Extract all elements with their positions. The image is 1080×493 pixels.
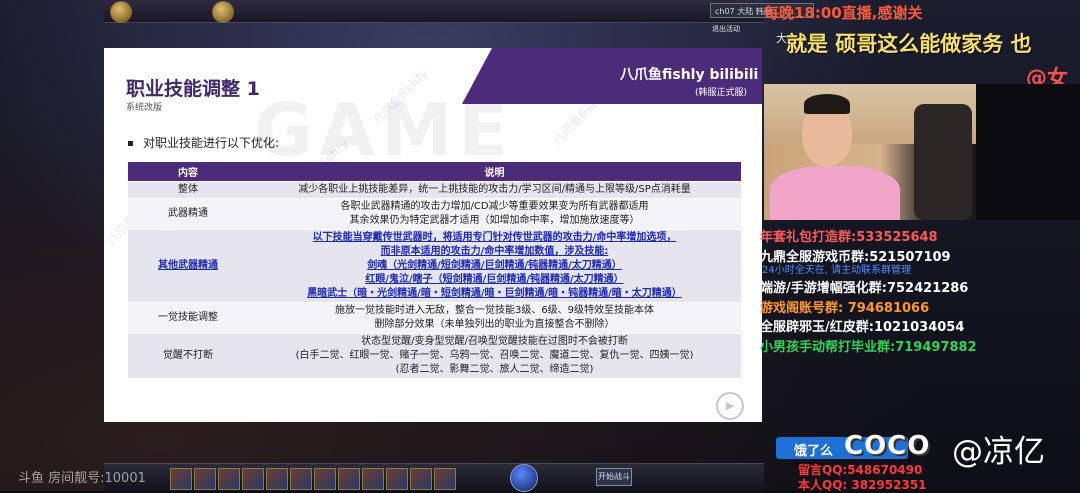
streamer-handle: @凉亿 bbox=[952, 434, 1045, 470]
skill-slot-icon[interactable] bbox=[266, 468, 288, 490]
description-line: 各职业武器精通的攻击力增加/CD减少等重要效果变为所有武器都适用 bbox=[340, 201, 649, 212]
table-row: 觉醒不打断 状态型觉醒/变身型觉醒/召唤型觉醒技能在过图时不会被打断 (白手二觉… bbox=[128, 333, 741, 378]
header-description: 说明 bbox=[248, 162, 741, 182]
streamer-hair bbox=[804, 94, 850, 114]
play-icon[interactable]: ▶ bbox=[716, 392, 744, 420]
description-line: 黑暗武士（暗・光剑精通/暗・短剑精通/暗・巨剑精通/暗・钝器精通/暗・太刀精通） bbox=[307, 288, 682, 299]
header-content: 内容 bbox=[128, 162, 248, 182]
description-line: 其余效果仍为特定武器才适用（如增加命中率，增加施放速度等） bbox=[349, 215, 640, 226]
stream-schedule-notice: 每晚18:00直播,感谢关 bbox=[764, 4, 923, 22]
slide-banner-title: 八爪鱼fishly bilibili bbox=[620, 67, 759, 83]
description-line: 状态型觉醒/变身型觉醒/召唤型觉醒技能在过图时不会被打断 bbox=[361, 336, 628, 347]
skill-slot-icon[interactable] bbox=[434, 468, 456, 490]
description-line: 减少各职业上挑技能差异，统一上挑技能的攻击力/学习区间/精通与上限等级/SP点消… bbox=[298, 184, 691, 195]
skill-slot-icon[interactable] bbox=[218, 468, 240, 490]
table-header-row: 内容 说明 bbox=[128, 162, 741, 182]
table-row: 一觉技能调整 施放一觉技能时进入无敌，整合一觉技能3级、6级、9级特效至技能本体… bbox=[128, 302, 741, 334]
description-line: 剑魂（光剑精通/短剑精通/巨剑精通/钝器精通/太刀精通） bbox=[367, 260, 622, 271]
skill-slot-icon[interactable] bbox=[194, 468, 216, 490]
description-line: 红眼/鬼泣/瞎子（短剑精通/巨剑精通/钝器精通/太刀精通） bbox=[365, 274, 624, 285]
group-line: 年套礼包打造群:533525648 bbox=[760, 230, 938, 245]
streamer-shirt bbox=[770, 166, 900, 220]
description-line: 而非原本适用的攻击力/命中率增加数值，涉及技能: bbox=[380, 246, 609, 257]
skill-slot-icon[interactable] bbox=[314, 468, 336, 490]
slide-title: 职业技能调整 1 bbox=[126, 78, 260, 100]
description-line: (忍者二觉、影舞二觉、旅人二觉、缔造二觉) bbox=[395, 364, 594, 375]
row-description: 以下技能当穿戴传世武器时，将适用专门针对传世武器的攻击力/命中率增加选项， 而非… bbox=[248, 229, 741, 303]
slide: GAME 八爪鱼fishly 八爪鱼fishly 八爪鱼fishly 八爪鱼fi… bbox=[104, 48, 762, 422]
skill-slot-icon[interactable] bbox=[170, 468, 192, 490]
skill-slot-icon[interactable] bbox=[242, 468, 264, 490]
room-number-watermark: 斗鱼 房间靓号:10001 bbox=[18, 471, 146, 486]
group-list: 年套礼包打造群:533525648 九鼎全服游戏币群:521507109 24小… bbox=[760, 228, 1080, 357]
event-icon[interactable] bbox=[212, 1, 234, 23]
row-description: 各职业武器精通的攻击力增加/CD减少等重要效果变为所有武器都适用 其余效果仍为特… bbox=[248, 198, 741, 230]
webcam-dark-area bbox=[976, 84, 1080, 220]
description-line: (白手二觉、红眼一觉、赌子一觉、乌鸦一觉、召唤二觉、魔道二觉、复仇一觉、四姨一觉… bbox=[295, 350, 694, 361]
row-name: 武器精通 bbox=[128, 198, 248, 230]
skill-slot-icon[interactable] bbox=[386, 468, 408, 490]
row-name: 一觉技能调整 bbox=[128, 302, 248, 334]
description-line: 施放一觉技能时进入无敌，整合一觉技能3级、6级、9级特效至技能本体 bbox=[334, 305, 655, 316]
slide-banner-subtitle: (韩服正式服) bbox=[695, 88, 748, 98]
webcam-feed bbox=[764, 84, 976, 220]
group-line: 全服辟邪玉/红皮群:1021034054 bbox=[760, 320, 965, 335]
table-row: 武器精通 各职业武器精通的攻击力增加/CD减少等重要效果变为所有武器都适用 其余… bbox=[128, 198, 741, 230]
table-row: 整体 减少各职业上挑技能差异，统一上挑技能的攻击力/学习区间/精通与上限等级/S… bbox=[128, 181, 741, 199]
row-name-text: 其他武器精通 bbox=[158, 260, 218, 271]
skill-slot-icon[interactable] bbox=[290, 468, 312, 490]
menu-icon[interactable] bbox=[110, 1, 132, 23]
skill-slot-icon[interactable] bbox=[338, 468, 360, 490]
start-battle-button[interactable]: 开始战斗 bbox=[596, 468, 632, 486]
group-line: 游戏阁账号群: 794681066 bbox=[760, 300, 930, 316]
bullet-icon bbox=[128, 141, 133, 146]
skill-change-table: 内容 说明 整体 减少各职业上挑技能差异，统一上挑技能的攻击力/学习区间/精通与… bbox=[128, 162, 741, 378]
mp-orb bbox=[510, 464, 538, 492]
webcam-chair bbox=[914, 104, 972, 220]
row-name: 其他武器精通 bbox=[128, 229, 248, 303]
table-row: 其他武器精通 以下技能当穿戴传世武器时，将适用专门针对传世武器的攻击力/命中率增… bbox=[128, 229, 741, 303]
description-line: 以下技能当穿戴传世武器时，将适用专门针对传世武器的攻击力/命中率增加选项， bbox=[312, 232, 677, 243]
group-line: 端游/手游增幅强化群:752421286 bbox=[760, 281, 969, 296]
sponsor-logo: COCO bbox=[844, 431, 931, 461]
row-description: 减少各职业上挑技能差异，统一上挑技能的攻击力/学习区间/精通与上限等级/SP点消… bbox=[248, 181, 741, 199]
game-top-hud: ch07 大陆 韩服 bbox=[104, 0, 814, 23]
personal-qq: 本人QQ: 382952351 bbox=[798, 478, 927, 492]
row-name: 整体 bbox=[128, 181, 248, 199]
bullet-point: 对职业技能进行以下优化: bbox=[128, 134, 279, 151]
row-description: 施放一觉技能时进入无敌，整合一觉技能3级、6级、9级特效至技能本体 删除部分效果… bbox=[248, 302, 741, 334]
exit-event-button[interactable]: 退出活动 bbox=[712, 24, 740, 34]
skill-slot-icon[interactable] bbox=[410, 468, 432, 490]
row-name: 觉醒不打断 bbox=[128, 333, 248, 378]
row-description: 状态型觉醒/变身型觉醒/召唤型觉醒技能在过图时不会被打断 (白手二觉、红眼一觉、… bbox=[248, 333, 741, 378]
bullet-text: 对职业技能进行以下优化: bbox=[143, 136, 280, 150]
skill-slot-icon[interactable] bbox=[362, 468, 384, 490]
danmu-text: 饿了么 bbox=[794, 444, 834, 459]
scrolling-marquee: 就是 硕哥这么能做家务 也 bbox=[786, 32, 1032, 56]
group-line: 小男孩手动帮打毕业群:719497882 bbox=[760, 339, 977, 355]
description-line: 删除部分效果（未单独列出的职业为直接整合不删除） bbox=[374, 319, 615, 330]
slide-subtitle: 系统改版 bbox=[126, 103, 163, 113]
